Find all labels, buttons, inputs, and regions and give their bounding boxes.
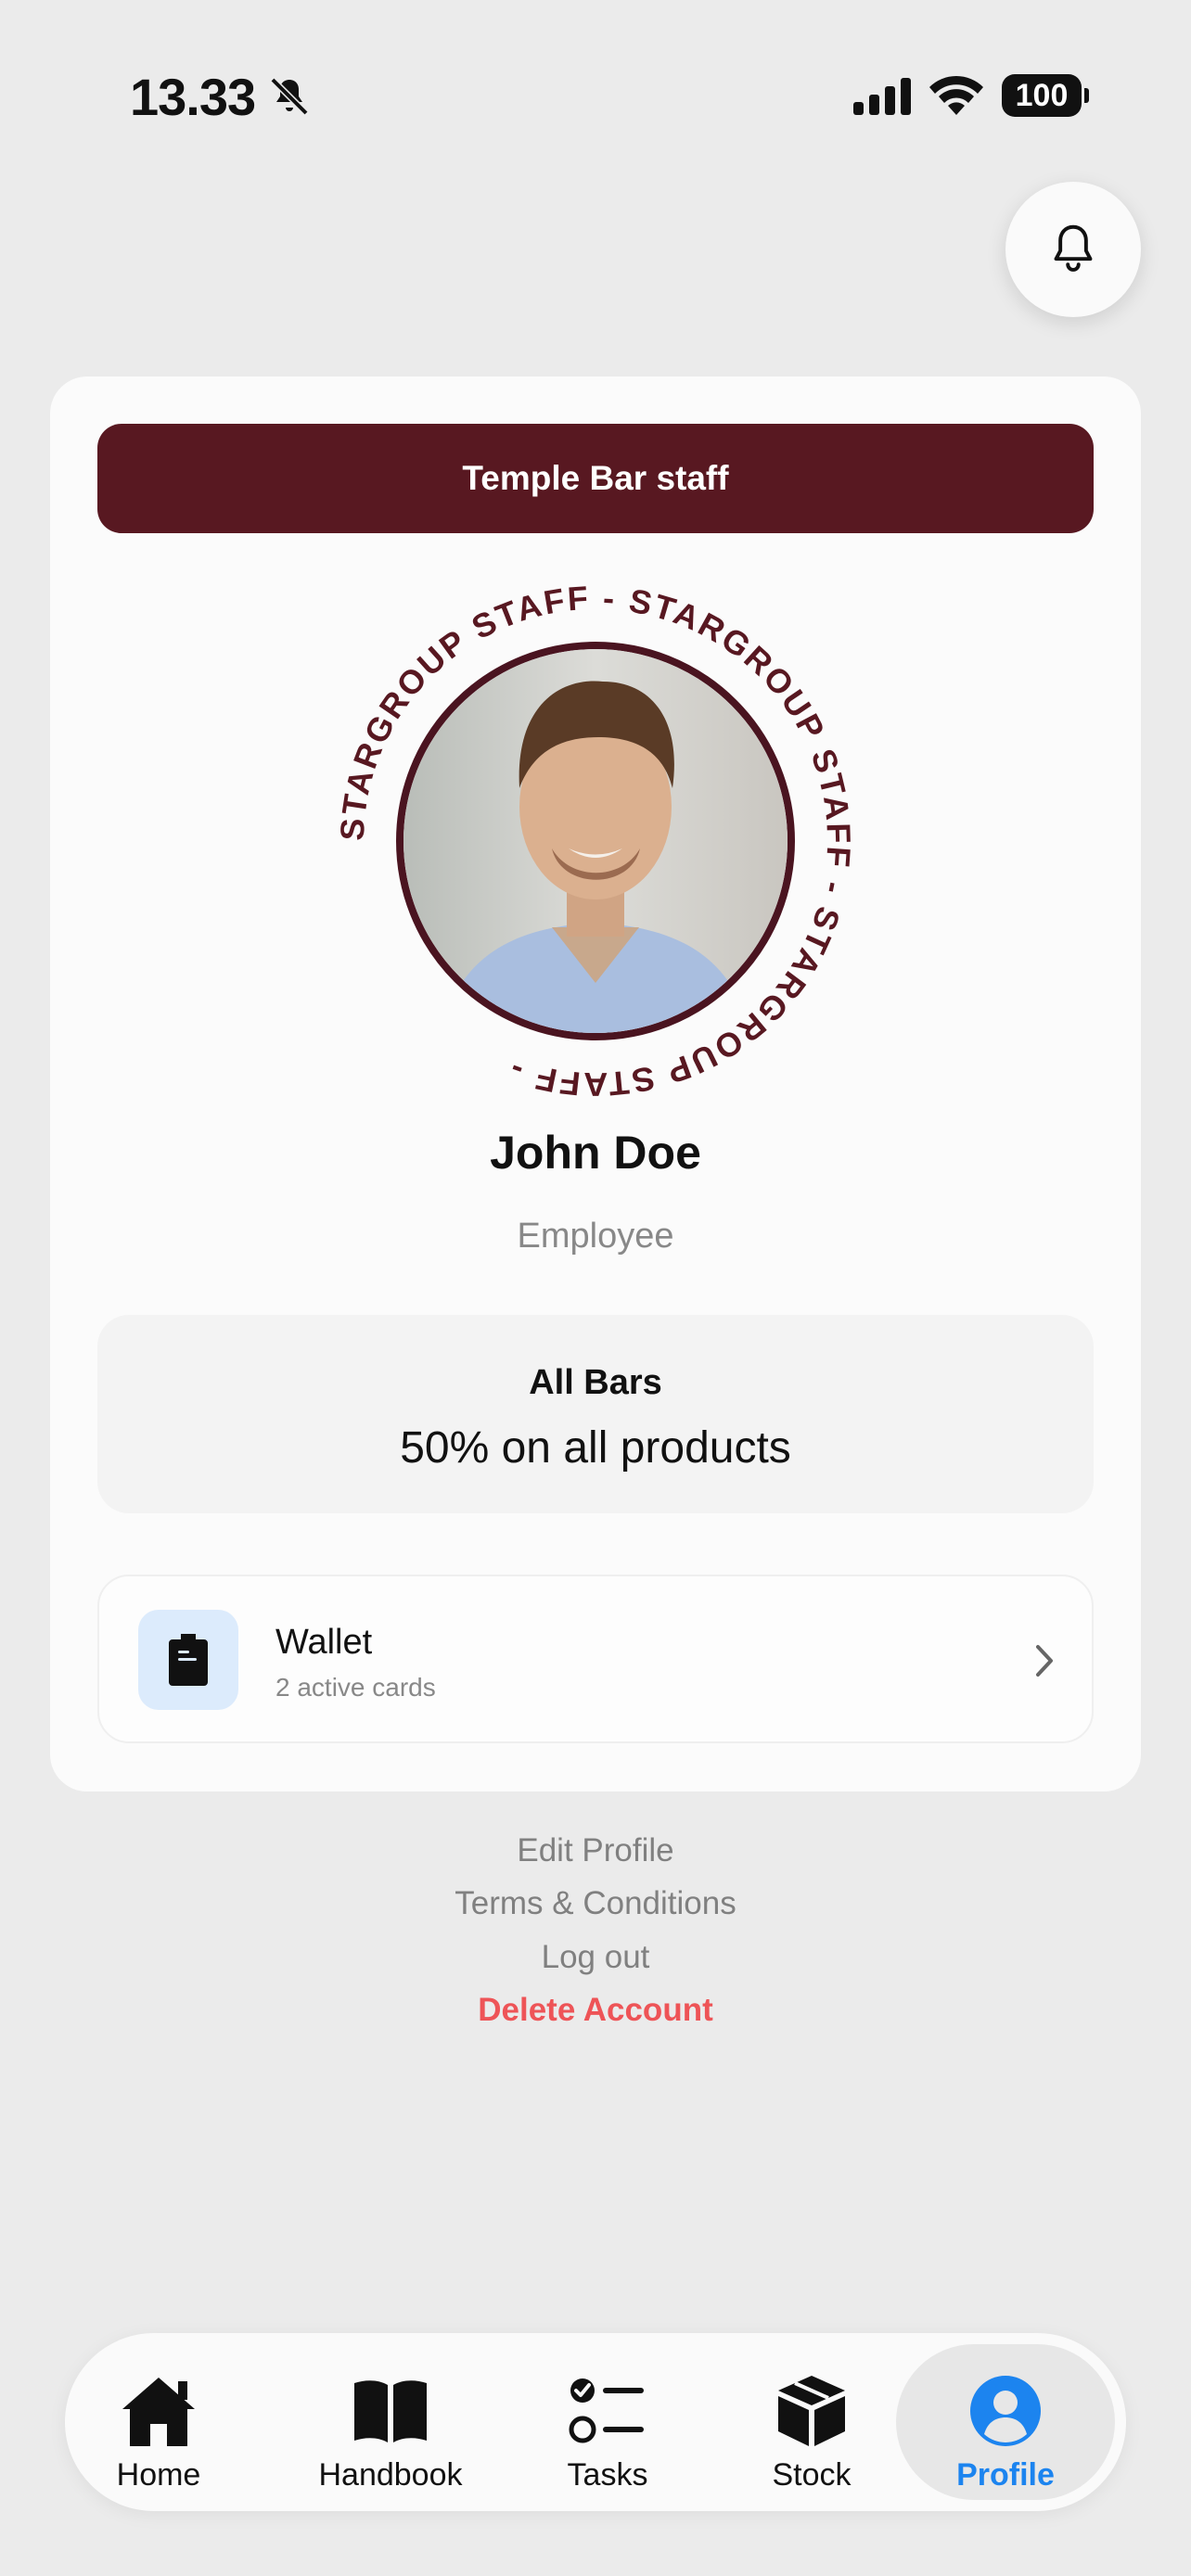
avatar: STARGROUP STAFF - STARGROUP STAFF - STAR… (340, 586, 851, 1096)
user-name: John Doe (490, 1127, 701, 1179)
wallet-icon (138, 1610, 238, 1710)
box-icon (775, 2374, 849, 2448)
tab-label: Stock (772, 2457, 852, 2493)
discount-card: All Bars 50% on all products (97, 1315, 1094, 1513)
tab-profile[interactable]: Profile (896, 2344, 1115, 2500)
wallet-row[interactable]: Wallet 2 active cards (97, 1575, 1094, 1743)
edit-profile-link[interactable]: Edit Profile (0, 1832, 1191, 1869)
venue-banner: Temple Bar staff (97, 424, 1094, 533)
tab-label: Home (116, 2457, 201, 2493)
user-circle-icon (969, 2374, 1042, 2448)
tab-label: Tasks (567, 2457, 648, 2493)
tab-label: Handbook (318, 2457, 463, 2493)
battery-indicator: 100 (1002, 74, 1089, 117)
profile-card: Temple Bar staff STARGROUP STAFF - STARG… (50, 376, 1141, 1792)
tab-tasks[interactable]: Tasks (538, 2344, 677, 2500)
terms-link[interactable]: Terms & Conditions (0, 1885, 1191, 1922)
bell-off-icon (270, 77, 309, 116)
checklist-icon (568, 2374, 647, 2448)
notifications-button[interactable] (1005, 182, 1141, 317)
cellular-signal-icon (853, 78, 911, 115)
status-bar: 13.33 100 (0, 0, 1191, 167)
status-time: 13.33 (130, 68, 256, 126)
house-icon (119, 2374, 198, 2448)
logout-link[interactable]: Log out (0, 1939, 1191, 1976)
discount-value: 50% on all products (400, 1423, 791, 1473)
book-icon (351, 2374, 430, 2448)
delete-account-link[interactable]: Delete Account (0, 1992, 1191, 2029)
tab-stock[interactable]: Stock (742, 2344, 881, 2500)
wifi-icon (929, 75, 983, 115)
wallet-title: Wallet (275, 1623, 373, 1662)
avatar-photo (396, 642, 795, 1040)
wallet-subtitle: 2 active cards (275, 1673, 436, 1702)
tab-bar: Home Handbook Tasks Stock Profile (65, 2333, 1126, 2511)
tab-label: Profile (956, 2457, 1055, 2493)
discount-title: All Bars (529, 1363, 662, 1402)
user-role: Employee (517, 1217, 674, 1256)
chevron-right-icon (1036, 1645, 1053, 1677)
tab-handbook[interactable]: Handbook (312, 2344, 469, 2500)
tab-home[interactable]: Home (83, 2344, 234, 2500)
bell-icon (1054, 224, 1093, 272)
